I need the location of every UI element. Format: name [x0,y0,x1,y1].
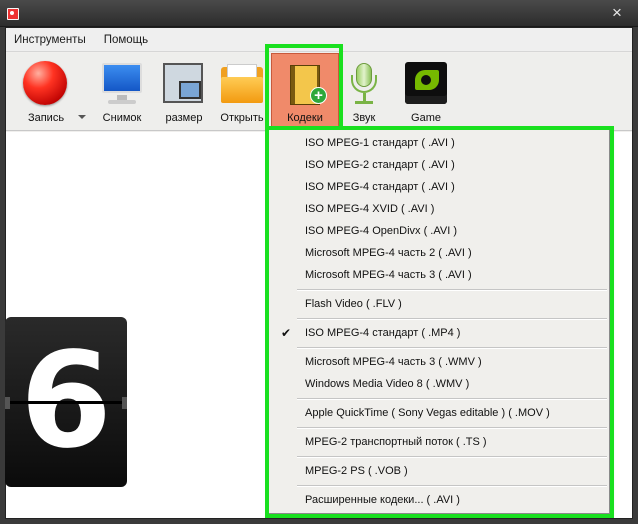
menu-separator [297,347,607,349]
codec-item-xvid-avi[interactable]: ISO MPEG-4 XVID ( .AVI ) [269,198,609,220]
resize-icon [161,61,207,107]
record-label: Запись [27,112,65,124]
snapshot-button[interactable]: Снимок [92,61,152,124]
codec-item-ms-mpeg4-p2-avi[interactable]: Microsoft MPEG-4 часть 2 ( .AVI ) [269,242,609,264]
open-button[interactable]: Открыть [212,61,272,124]
menu-separator [297,398,607,400]
microphone-icon [341,61,387,107]
codec-item-flv[interactable]: Flash Video ( .FLV ) [269,293,609,315]
menu-separator [297,456,607,458]
record-icon [23,61,69,107]
monitor-icon [99,61,145,107]
menu-bar: Инструменты Помощь [6,28,632,52]
countdown-hinge-left [5,397,10,409]
codec-item-mpeg2-ts[interactable]: MPEG-2 транспортный поток ( .TS ) [269,431,609,453]
codec-item-mpeg1-avi[interactable]: ISO MPEG-1 стандарт ( .AVI ) [269,132,609,154]
sound-label: Звук [352,112,376,124]
resize-button[interactable]: размер [154,61,214,124]
menu-tools[interactable]: Инструменты [14,34,86,46]
app-icon[interactable] [7,8,19,20]
film-plus-icon: + [282,61,328,107]
countdown-card: 6 [5,317,127,487]
game-label: Game [411,112,441,124]
checkmark-icon: ✔ [281,326,292,340]
codec-item-mpeg4-mp4[interactable]: ✔ ISO MPEG-4 стандарт ( .MP4 ) [269,322,609,344]
snapshot-label: Снимок [102,112,142,124]
codecs-label: Кодеки [287,112,323,124]
countdown-split [5,401,127,404]
codec-item-mpeg2-vob[interactable]: MPEG-2 PS ( .VOB ) [269,460,609,482]
nvidia-icon [403,61,449,107]
close-button[interactable]: × [608,4,626,22]
sound-button[interactable]: Звук [336,61,392,124]
codec-item-ms-mpeg4-wmv[interactable]: Microsoft MPEG-4 часть 3 ( .WMV ) [269,351,609,373]
countdown-hinge-right [122,397,127,409]
menu-separator [297,289,607,291]
menu-separator [297,427,607,429]
record-dropdown-arrow-icon[interactable] [78,115,86,119]
codec-item-mpeg2-avi[interactable]: ISO MPEG-2 стандарт ( .AVI ) [269,154,609,176]
game-button[interactable]: Game [398,61,454,124]
menu-separator [297,485,607,487]
codec-item-wmv8[interactable]: Windows Media Video 8 ( .WMV ) [269,373,609,395]
codec-item-mpeg4-avi[interactable]: ISO MPEG-4 стандарт ( .AVI ) [269,176,609,198]
record-button[interactable]: Запись [16,61,76,124]
toolbar: Запись Снимок размер Открыть + Кодеки Зв… [6,53,632,131]
codec-item-ms-mpeg4-p3-avi[interactable]: Microsoft MPEG-4 часть 3 ( .AVI ) [269,264,609,286]
codec-item-mpeg4-mp4-label: ISO MPEG-4 стандарт ( .MP4 ) [305,327,461,339]
title-bar: × [0,0,638,27]
codecs-button[interactable]: + Кодеки [274,61,336,124]
codec-item-opendivx-avi[interactable]: ISO MPEG-4 OpenDivx ( .AVI ) [269,220,609,242]
codec-item-quicktime-mov[interactable]: Apple QuickTime ( Sony Vegas editable ) … [269,402,609,424]
resize-label: размер [165,112,203,124]
codec-dropdown-menu: ISO MPEG-1 стандарт ( .AVI ) ISO MPEG-2 … [268,128,610,514]
open-label: Открыть [220,112,264,124]
menu-help[interactable]: Помощь [104,34,148,46]
folder-icon [219,61,265,107]
codec-item-advanced[interactable]: Расширенные кодеки... ( .AVI ) [269,489,609,511]
menu-separator [297,318,607,320]
